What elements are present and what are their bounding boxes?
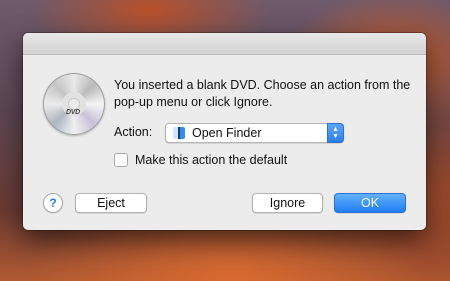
help-button[interactable]: ? bbox=[43, 193, 63, 213]
popup-stepper-icon: ▲ ▼ bbox=[327, 123, 344, 143]
default-action-checkbox[interactable] bbox=[114, 153, 128, 167]
finder-icon bbox=[173, 127, 185, 139]
action-popup-menu[interactable]: Open Finder ▲ ▼ bbox=[165, 123, 344, 143]
action-popup-value: Open Finder bbox=[192, 126, 262, 140]
dialog-titlebar[interactable] bbox=[23, 33, 426, 55]
dvd-disc-icon: DVD bbox=[43, 73, 105, 135]
default-action-checkbox-label[interactable]: Make this action the default bbox=[135, 153, 287, 167]
eject-button[interactable]: Eject bbox=[75, 193, 147, 213]
dvd-logo-text: DVD bbox=[66, 109, 80, 116]
action-label: Action: bbox=[114, 125, 153, 139]
dialog-message: You inserted a blank DVD. Choose an acti… bbox=[114, 78, 411, 109]
ok-button[interactable]: OK bbox=[334, 193, 406, 213]
blank-dvd-dialog: DVD You inserted a blank DVD. Choose an … bbox=[23, 33, 426, 230]
ignore-button[interactable]: Ignore bbox=[252, 193, 323, 213]
